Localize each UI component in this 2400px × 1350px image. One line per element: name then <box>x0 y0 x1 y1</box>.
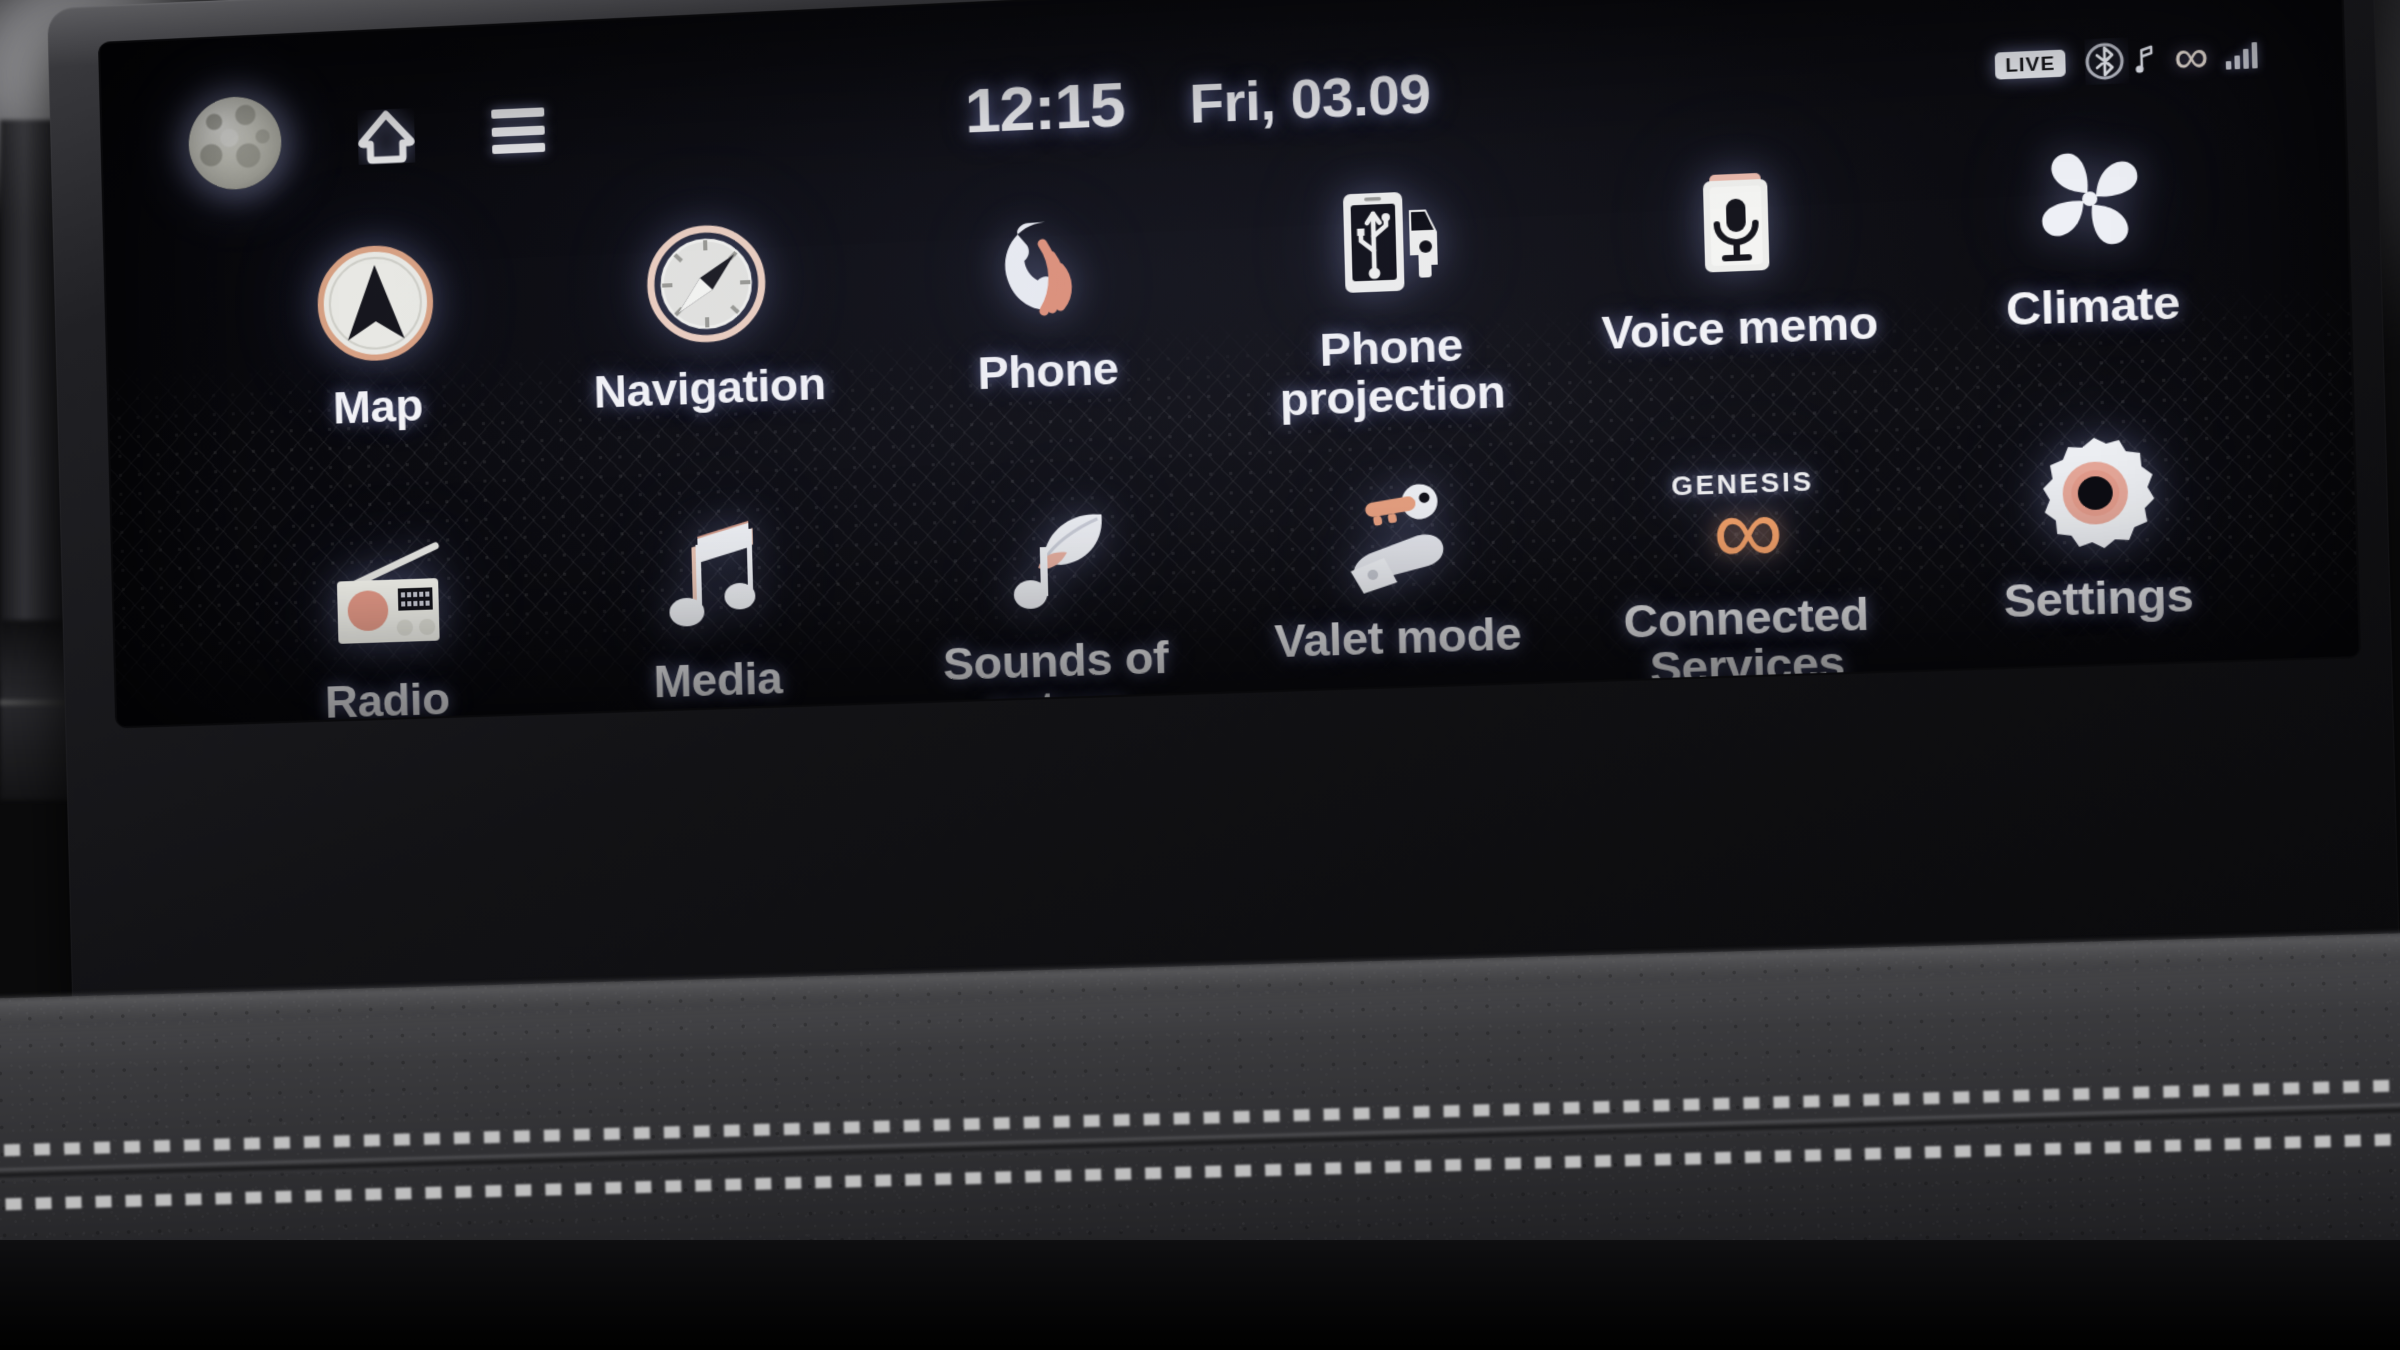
app-tile-settings[interactable]: Settings <box>1915 411 2280 677</box>
app-label-settings: Settings <box>2002 567 2194 628</box>
gear-icon <box>2012 421 2179 567</box>
menu-line <box>492 142 546 155</box>
app-label-phone: Phone <box>976 341 1120 400</box>
app-label-media: Media <box>652 651 784 708</box>
app-tile-connected-services[interactable]: GENESIS ∞ Connected Services <box>1565 432 1925 696</box>
signal-bar <box>2251 42 2258 69</box>
app-tile-radio[interactable]: Radio <box>217 520 557 726</box>
infinity-mark: ∞ <box>1711 476 1776 585</box>
home-icon[interactable] <box>357 108 415 165</box>
app-tile-climate[interactable]: Climate <box>1909 112 2274 387</box>
music-note-small-icon <box>2135 44 2154 74</box>
app-tile-navigation[interactable]: Navigation <box>536 200 881 466</box>
app-label-navigation: Navigation <box>593 357 827 418</box>
clock-date: Fri, 03.09 <box>1188 62 1432 135</box>
menu-line <box>491 125 545 137</box>
fan-blades-icon <box>2007 122 2174 275</box>
assistant-orb-icon[interactable] <box>187 94 283 192</box>
genesis-infinity-icon: ∞ <box>2173 30 2207 83</box>
voice-recorder-microphone-icon <box>1654 146 1818 298</box>
compass-icon <box>628 210 786 358</box>
lower-shadow <box>0 1240 2400 1350</box>
music-note-icon <box>637 508 794 649</box>
app-label-voice-memo: Voice memo <box>1601 295 1879 360</box>
app-tile-map[interactable]: Map <box>207 220 547 484</box>
hand-with-key-icon <box>1314 463 1476 606</box>
map-compass-arrow-icon <box>298 230 453 377</box>
home-icon-glyph <box>357 108 415 165</box>
app-label-valet-mode: Valet mode <box>1273 606 1522 668</box>
app-tile-phone-projection[interactable]: Phone projection <box>1213 156 1568 426</box>
app-tile-phone[interactable]: Phone <box>872 181 1222 449</box>
radio-receiver-icon <box>307 530 462 670</box>
phone-projection-usb-car-icon <box>1307 167 1469 317</box>
phone-handset-icon <box>965 191 1125 340</box>
clock-time: 12:15 <box>963 68 1126 147</box>
signal-bar <box>2234 55 2241 70</box>
app-tile-media[interactable]: Media <box>545 498 890 726</box>
genesis-infinity-logo: GENESIS ∞ <box>1661 442 1825 586</box>
hamburger-menu-icon[interactable] <box>491 107 546 155</box>
infotainment-display-unit: 12:15 Fri, 03.09 LIVE ∞ Map Navigation P… <box>47 0 2400 1028</box>
menu-line <box>491 107 545 119</box>
signal-bar <box>2242 48 2249 69</box>
app-label-map: Map <box>332 378 424 434</box>
bluetooth-icon-glyph <box>2084 37 2129 85</box>
app-tile-sounds-of-nature[interactable]: Sounds of nature <box>880 478 1230 726</box>
touchscreen[interactable]: 12:15 Fri, 03.09 LIVE ∞ Map Navigation P… <box>99 0 2359 727</box>
signal-strength-icon <box>2225 41 2258 70</box>
signal-bar <box>2225 61 2232 70</box>
leaf-music-note-icon <box>973 487 1133 629</box>
app-label-climate: Climate <box>2005 275 2181 336</box>
app-label-phone-projection: Phone projection <box>1279 318 1506 426</box>
app-tile-valet-mode[interactable]: Valet mode <box>1219 453 1574 715</box>
photo-scene: 12:15 Fri, 03.09 LIVE ∞ Map Navigation P… <box>0 0 2400 1350</box>
status-indicators: LIVE ∞ <box>1995 30 2258 89</box>
app-grid: Map Navigation Phone Phone projection Vo… <box>201 139 2290 726</box>
live-badge: LIVE <box>1995 49 2066 80</box>
app-tile-voice-memo[interactable]: Voice memo <box>1559 135 1919 408</box>
bluetooth-audio-icon <box>2084 36 2155 85</box>
